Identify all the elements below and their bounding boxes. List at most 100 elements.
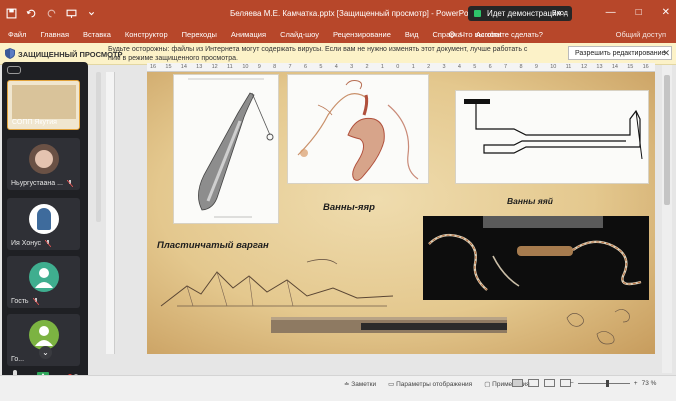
vanny-yaar-sketch [297,80,419,181]
avatar [29,262,59,292]
ruler-tick-label: 2 [427,64,431,70]
ruler-tick-label: 1 [411,64,415,70]
tab-review[interactable]: Рецензирование [333,30,391,39]
slide-canvas[interactable]: Ванны-яяр Ванны яяй Пластинчатый варган [147,72,655,354]
sharing-icon [474,10,481,17]
tab-file[interactable]: Файл [8,30,26,39]
sign-in-link[interactable]: Вход [552,10,568,17]
mic-off-icon [45,240,52,247]
mic-off-icon [32,298,39,305]
panel-toggle-icon[interactable] [7,66,21,74]
ruler-tick-label: 3 [350,64,354,70]
reading-view-icon[interactable] [544,379,555,387]
slide-sorter-icon[interactable] [528,379,539,387]
redo-icon[interactable] [46,8,57,19]
ruler-tick-label: 15 [165,64,172,70]
zoom-slider[interactable] [577,380,630,387]
tab-transitions[interactable]: Переходы [182,30,217,39]
participant-name-text: Ньургустаана ... [11,180,63,187]
zoom-control: − + 73 % [570,380,656,387]
slideshow-icon[interactable] [66,8,77,19]
ruler-tick-label: 12 [581,64,588,70]
tab-home[interactable]: Главная [40,30,69,39]
customize-toolbar-icon[interactable] [86,8,97,19]
ruler-tick-label: 7 [504,64,508,70]
vanny-yaar-image [287,74,429,184]
undo-icon[interactable] [26,8,37,19]
varghan-line-diagram [455,90,649,184]
ruler-tick-label: 2 [365,64,369,70]
ruler-tick-label: 13 [596,64,603,70]
protected-view-title: ЗАЩИЩЕННЫЙ ПРОСМОТР [18,50,123,59]
ruler-tick-label: 4 [334,64,338,70]
participant-name-text: Гость [11,298,29,305]
ruler-tick-label: 10 [242,64,249,70]
participant-name-text: СОПП Якутия [12,119,57,126]
tab-view[interactable]: Вид [405,30,419,39]
display-settings-button[interactable]: ▭ Параметры отображения [388,380,472,388]
enable-editing-button[interactable]: Разрешить редактирование [568,46,673,60]
ruler-tick-label: 8 [273,64,277,70]
restore-icon[interactable]: □ [636,7,642,18]
zoom-slider-knob[interactable] [605,380,609,387]
notes-label: Заметки [351,381,377,388]
notes-button[interactable]: ≐ Заметки [344,380,376,388]
mountain-sketch [160,259,394,307]
ruler-tick-label: 16 [150,64,157,70]
minimize-icon[interactable]: — [606,7,616,18]
screen-share-thumbnail [12,85,76,119]
caption-vanny-yaar: Ванны-яяр [323,202,375,213]
zoom-in-button[interactable]: + [634,380,638,387]
window-title: Беляева М.Е. Камчатка.pptx [Защищенный п… [230,9,477,18]
vertical-scrollbar[interactable] [662,65,672,373]
protected-view-bar: ЗАЩИЩЕННЫЙ ПРОСМОТР Будьте осторожны: фа… [0,43,676,65]
vertical-ruler [106,72,115,354]
chevron-down-icon[interactable]: ⌄ [39,346,52,359]
tab-insert[interactable]: Вставка [83,30,111,39]
sharing-label: Идет демонстрация [487,9,561,18]
save-icon[interactable] [6,8,17,19]
thumbnail-scrollbar[interactable] [96,72,101,222]
protected-view-message: Будьте осторожны: файлы из Интернета мог… [108,46,528,62]
zoom-level[interactable]: 73 % [642,380,657,387]
participant-tile-guest-1[interactable]: Гость [7,256,80,308]
normal-view-icon[interactable] [512,379,523,387]
share-button[interactable]: Общий доступ [616,30,666,39]
participant-name: Го... [11,356,24,363]
ruler-tick-label: 11 [226,64,233,70]
ruler-tick-label: 12 [211,64,218,70]
quick-access-toolbar [6,8,97,19]
participant-tile-nyurgustaana[interactable]: Ньургустаана ... [7,138,80,190]
ruler-tick-label: 14 [611,64,618,70]
line-diagram-sketch [464,99,643,160]
close-icon[interactable]: ✕ [662,48,670,59]
zoom-out-button[interactable]: − [570,380,574,387]
tab-animation[interactable]: Анимация [231,30,266,39]
scrollbar-thumb[interactable] [664,75,670,205]
lightbulb-icon [449,30,455,38]
participant-name: Гость [11,298,39,305]
ruler-tick-label: 11 [565,64,572,70]
plate-varghan-photo [271,317,507,333]
tell-me-search[interactable]: Что вы хотите сделать? [448,30,543,39]
status-bar: ≐ Заметки ▭ Параметры отображения ▢ Прим… [0,375,676,401]
participant-tile-screen[interactable]: СОПП Якутия [7,80,80,130]
tab-design[interactable]: Конструктор [125,30,168,39]
ruler-tick-label: 16 [642,64,649,70]
ruler-tick-label: 10 [550,64,557,70]
mic-off-icon [66,180,73,187]
user-icon [35,268,53,288]
tab-slideshow[interactable]: Слайд-шоу [280,30,319,39]
ruler-tick-label: 3 [442,64,446,70]
window-controls: — □ ✕ [606,7,670,18]
view-switcher [512,379,571,387]
shield-icon [5,48,15,59]
video-call-panel: СОПП Якутия Ньургустаана ... Ия Хонус Го… [2,62,88,387]
close-icon[interactable]: ✕ [662,7,670,18]
ruler-tick-label: 7 [288,64,292,70]
participant-name: СОПП Якутия [12,119,57,126]
ruler-tick-label: 5 [473,64,477,70]
ruler-tick-label: 9 [257,64,261,70]
ruler-tick-label: 6 [488,64,492,70]
participant-tile-iya[interactable]: Ия Хонус [7,198,80,250]
